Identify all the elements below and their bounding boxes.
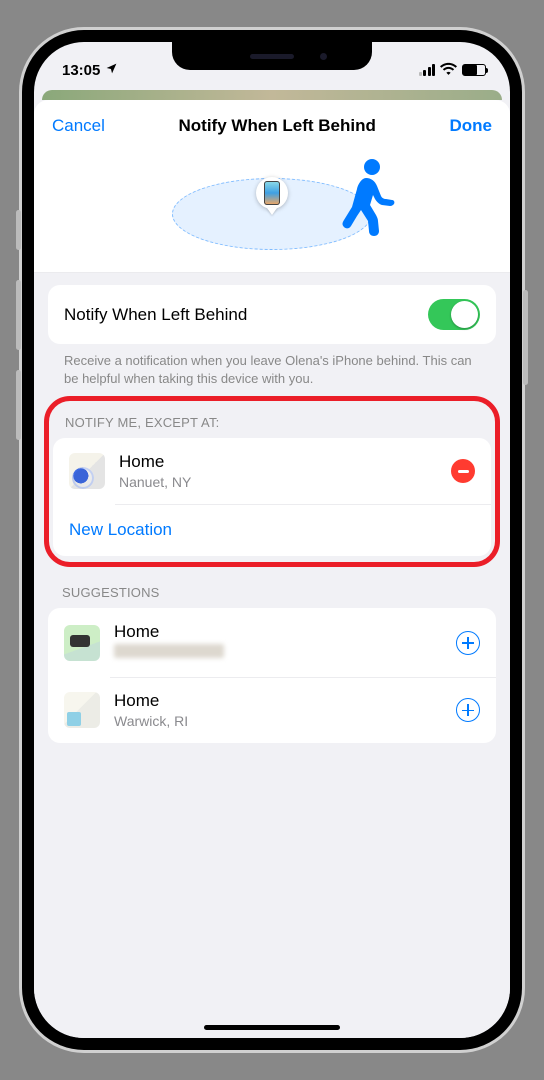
- battery-icon: [462, 64, 486, 76]
- device-pin-icon: [256, 177, 288, 215]
- except-at-card: Home Nanuet, NY New Location: [53, 438, 491, 556]
- notify-toggle[interactable]: [428, 299, 480, 330]
- suggestion-row[interactable]: Home Warwick, RI: [48, 677, 496, 743]
- location-title: Home: [114, 691, 442, 711]
- except-location-row[interactable]: Home Nanuet, NY: [53, 438, 491, 504]
- phone-side-button: [16, 210, 21, 250]
- illustration: [34, 150, 510, 273]
- location-title: Home: [114, 622, 442, 642]
- add-location-icon[interactable]: [456, 698, 480, 722]
- status-right: [419, 62, 487, 79]
- remove-location-icon[interactable]: [451, 459, 475, 483]
- background-map-peek: [42, 90, 502, 100]
- map-thumbnail-icon: [64, 692, 100, 728]
- suggestion-row[interactable]: Home: [48, 608, 496, 677]
- map-thumbnail-icon: [64, 625, 100, 661]
- location-subtitle: Nanuet, NY: [119, 474, 437, 490]
- status-time: 13:05: [62, 62, 100, 79]
- phone-side-button: [16, 370, 21, 440]
- cellular-signal-icon: [419, 64, 436, 76]
- phone-side-button: [523, 290, 528, 385]
- new-location-button[interactable]: New Location: [53, 504, 491, 556]
- wifi-icon: [440, 62, 457, 79]
- notify-toggle-label: Notify When Left Behind: [64, 305, 414, 325]
- notch: [172, 42, 372, 70]
- add-location-icon[interactable]: [456, 631, 480, 655]
- location-subtitle-redacted: [114, 644, 224, 658]
- new-location-label: New Location: [69, 520, 172, 540]
- suggestions-header: Suggestions: [34, 567, 510, 608]
- done-button[interactable]: Done: [449, 116, 492, 136]
- modal-header: Cancel Notify When Left Behind Done: [34, 100, 510, 150]
- modal-sheet: Cancel Notify When Left Behind Done: [34, 100, 510, 1038]
- page-title: Notify When Left Behind: [179, 116, 376, 136]
- except-at-header: Notify Me, Except At:: [51, 403, 493, 438]
- location-services-icon: [105, 62, 118, 78]
- screen: 13:05 Cancel Notify When Left: [34, 42, 510, 1038]
- suggestions-card: Home Home Warwick, RI: [48, 608, 496, 743]
- phone-frame: 13:05 Cancel Notify When Left: [22, 30, 522, 1050]
- annotation-highlight: Notify Me, Except At: Home Nanuet, NY Ne…: [44, 396, 500, 567]
- home-indicator[interactable]: [204, 1025, 340, 1030]
- phone-side-button: [16, 280, 21, 350]
- cancel-button[interactable]: Cancel: [52, 116, 105, 136]
- toggle-card: Notify When Left Behind: [48, 285, 496, 344]
- walking-figure-icon: [336, 158, 396, 241]
- status-left: 13:05: [62, 62, 118, 79]
- toggle-footer-text: Receive a notification when you leave Ol…: [48, 344, 496, 388]
- map-thumbnail-icon: [69, 453, 105, 489]
- location-title: Home: [119, 452, 437, 472]
- location-subtitle: Warwick, RI: [114, 713, 442, 729]
